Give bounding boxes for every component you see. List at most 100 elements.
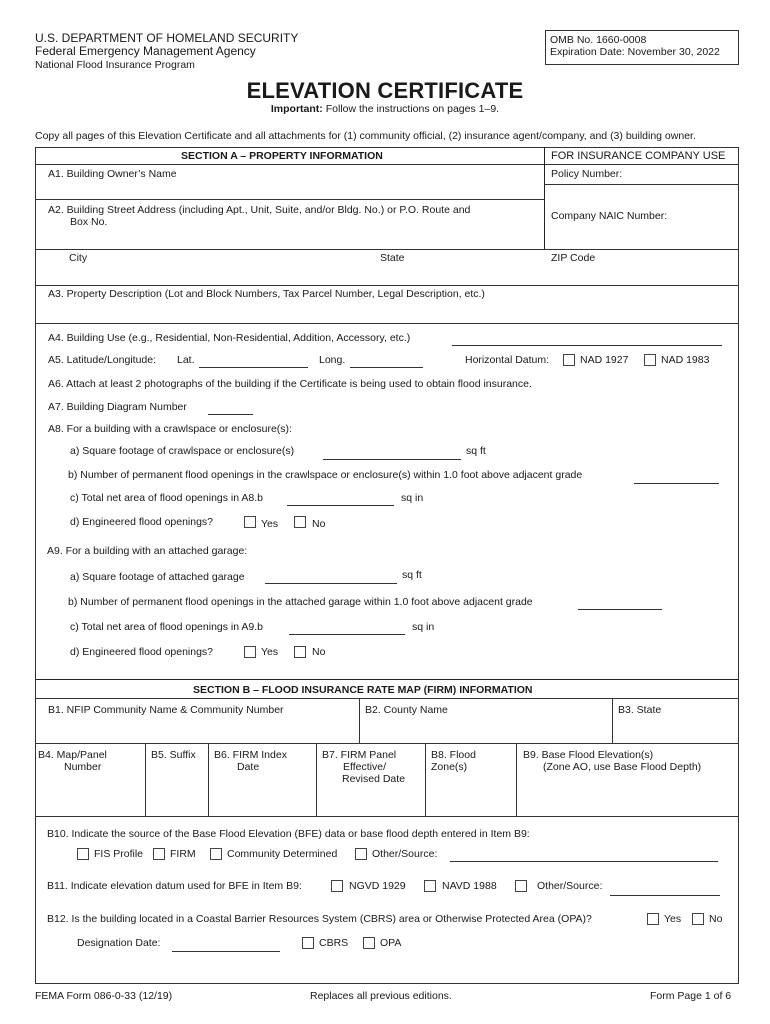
b2-label: B2. County Name (365, 704, 448, 716)
a8d-yes-label: Yes (261, 518, 279, 530)
city-label: City (69, 252, 88, 264)
ngvd1929-checkbox[interactable] (331, 880, 343, 892)
a8d-label: d) Engineered flood openings? (70, 516, 214, 528)
a9d-no-label: No (312, 646, 326, 658)
agency-department: U.S. DEPARTMENT OF HOMELAND SECURITY (35, 31, 299, 45)
a8c-unit: sq in (401, 492, 424, 504)
omb-number: OMB No. 1660-0008 (550, 34, 647, 46)
b10-other-field[interactable] (450, 861, 718, 862)
a4-underline (452, 345, 722, 346)
a9a-label: a) Square footage of attached garage (70, 571, 245, 583)
a9d-yes-label: Yes (261, 646, 279, 658)
b10-label: B10. Indicate the source of the Base Flo… (47, 828, 530, 840)
b10-other-label: Other/Source: (372, 848, 438, 860)
b8-label: B8. Flood (431, 749, 476, 761)
a9c-unit: sq in (412, 621, 435, 633)
b11-other-checkbox[interactable] (515, 880, 527, 892)
section-a-title: SECTION A – PROPERTY INFORMATION (181, 150, 383, 162)
b8-label-cont: Zone(s) (431, 761, 468, 773)
form-number: FEMA Form 086-0-33 (12/19) (35, 990, 173, 1002)
b11-label: B11. Indicate elevation datum used for B… (47, 880, 302, 892)
latitude-field[interactable] (201, 354, 306, 366)
b5-label: B5. Suffix (151, 749, 196, 761)
designation-date-label: Designation Date: (77, 937, 161, 949)
b12-no-checkbox[interactable] (692, 913, 704, 925)
building-owner-name-field[interactable] (36, 182, 543, 198)
a9b-field[interactable] (578, 609, 662, 610)
longitude-field[interactable] (352, 354, 422, 366)
a9d-yes-checkbox[interactable] (244, 646, 256, 658)
important-text: Follow the instructions on pages 1–9. (322, 103, 500, 115)
divider (35, 164, 739, 165)
omb-box: OMB No. 1660-0008 Expiration Date: Novem… (545, 30, 739, 65)
a9c-field[interactable] (289, 634, 405, 635)
firm-index-date-field[interactable] (210, 786, 315, 814)
divider (35, 816, 739, 817)
firm-panel-date-field[interactable] (318, 786, 424, 814)
b11-other-label: Other/Source: (537, 880, 603, 892)
zip-field[interactable] (546, 265, 736, 283)
community-name-field[interactable] (36, 718, 358, 742)
state-field[interactable] (378, 265, 543, 283)
community-determined-checkbox[interactable] (210, 848, 222, 860)
street-address-field[interactable] (36, 229, 543, 248)
nad1983-label: NAD 1983 (661, 354, 710, 366)
ngvd1929-label: NGVD 1929 (349, 880, 406, 892)
a8c-field[interactable] (287, 505, 394, 506)
nad1927-checkbox[interactable] (563, 354, 575, 366)
community-determined-label: Community Determined (227, 848, 338, 860)
b7-label-cont2: Revised Date (342, 773, 406, 785)
a9a-unit: sq ft (402, 569, 422, 581)
a5-label: A5. Latitude/Longitude: (48, 354, 157, 366)
b12-yes-label: Yes (664, 913, 682, 925)
fis-profile-checkbox[interactable] (77, 848, 89, 860)
important-note: Important: Follow the instructions on pa… (0, 103, 770, 115)
agency-nfip: National Flood Insurance Program (35, 59, 195, 71)
flood-zone-field[interactable] (427, 786, 515, 814)
a9d-no-checkbox[interactable] (294, 646, 306, 658)
cbrs-label: CBRS (319, 937, 349, 949)
expiration-date: Expiration Date: November 30, 2022 (550, 46, 720, 58)
map-panel-number-field[interactable] (36, 786, 144, 814)
b7-label-cont1: Effective/ (343, 761, 386, 773)
a7-underline (208, 414, 253, 415)
a8d-no-checkbox[interactable] (294, 516, 306, 528)
b4-label-cont: Number (64, 761, 102, 773)
firm-checkbox[interactable] (153, 848, 165, 860)
a8a-label: a) Square footage of crawlspace or enclo… (70, 445, 295, 457)
a9-label: A9. For a building with an attached gara… (47, 545, 248, 557)
b4-label: B4. Map/Panel (38, 749, 107, 761)
cbrs-checkbox[interactable] (302, 937, 314, 949)
long-underline (350, 367, 423, 368)
nad1983-checkbox[interactable] (644, 354, 656, 366)
divider (35, 698, 739, 699)
suffix-field[interactable] (147, 786, 207, 814)
b10-other-checkbox[interactable] (355, 848, 367, 860)
a8b-field[interactable] (634, 483, 719, 484)
b11-other-field[interactable] (610, 895, 720, 896)
a8d-yes-checkbox[interactable] (244, 516, 256, 528)
navd1988-checkbox[interactable] (424, 880, 436, 892)
designation-date-field[interactable] (172, 951, 280, 952)
property-description-field[interactable] (36, 302, 736, 322)
b1-label: B1. NFIP Community Name & Community Numb… (48, 704, 284, 716)
b6-label: B6. FIRM Index (214, 749, 287, 761)
b3-state-field[interactable] (614, 718, 736, 742)
firm-label: FIRM (170, 848, 196, 860)
copy-instructions: Copy all pages of this Elevation Certifi… (35, 130, 696, 142)
a8-label: A8. For a building with a crawlspace or … (48, 423, 292, 435)
opa-checkbox[interactable] (363, 937, 375, 949)
divider (359, 698, 360, 743)
a8a-field[interactable] (323, 459, 461, 460)
base-flood-elevation-field[interactable] (518, 786, 736, 814)
county-name-field[interactable] (361, 718, 611, 742)
b12-yes-checkbox[interactable] (647, 913, 659, 925)
divider (425, 743, 426, 816)
navd1988-label: NAVD 1988 (442, 880, 497, 892)
city-field[interactable] (36, 265, 376, 283)
divider (145, 743, 146, 816)
divider (35, 323, 739, 324)
a9a-field[interactable] (265, 583, 397, 584)
state-label: State (380, 252, 405, 264)
diagram-number-field[interactable] (209, 401, 252, 413)
